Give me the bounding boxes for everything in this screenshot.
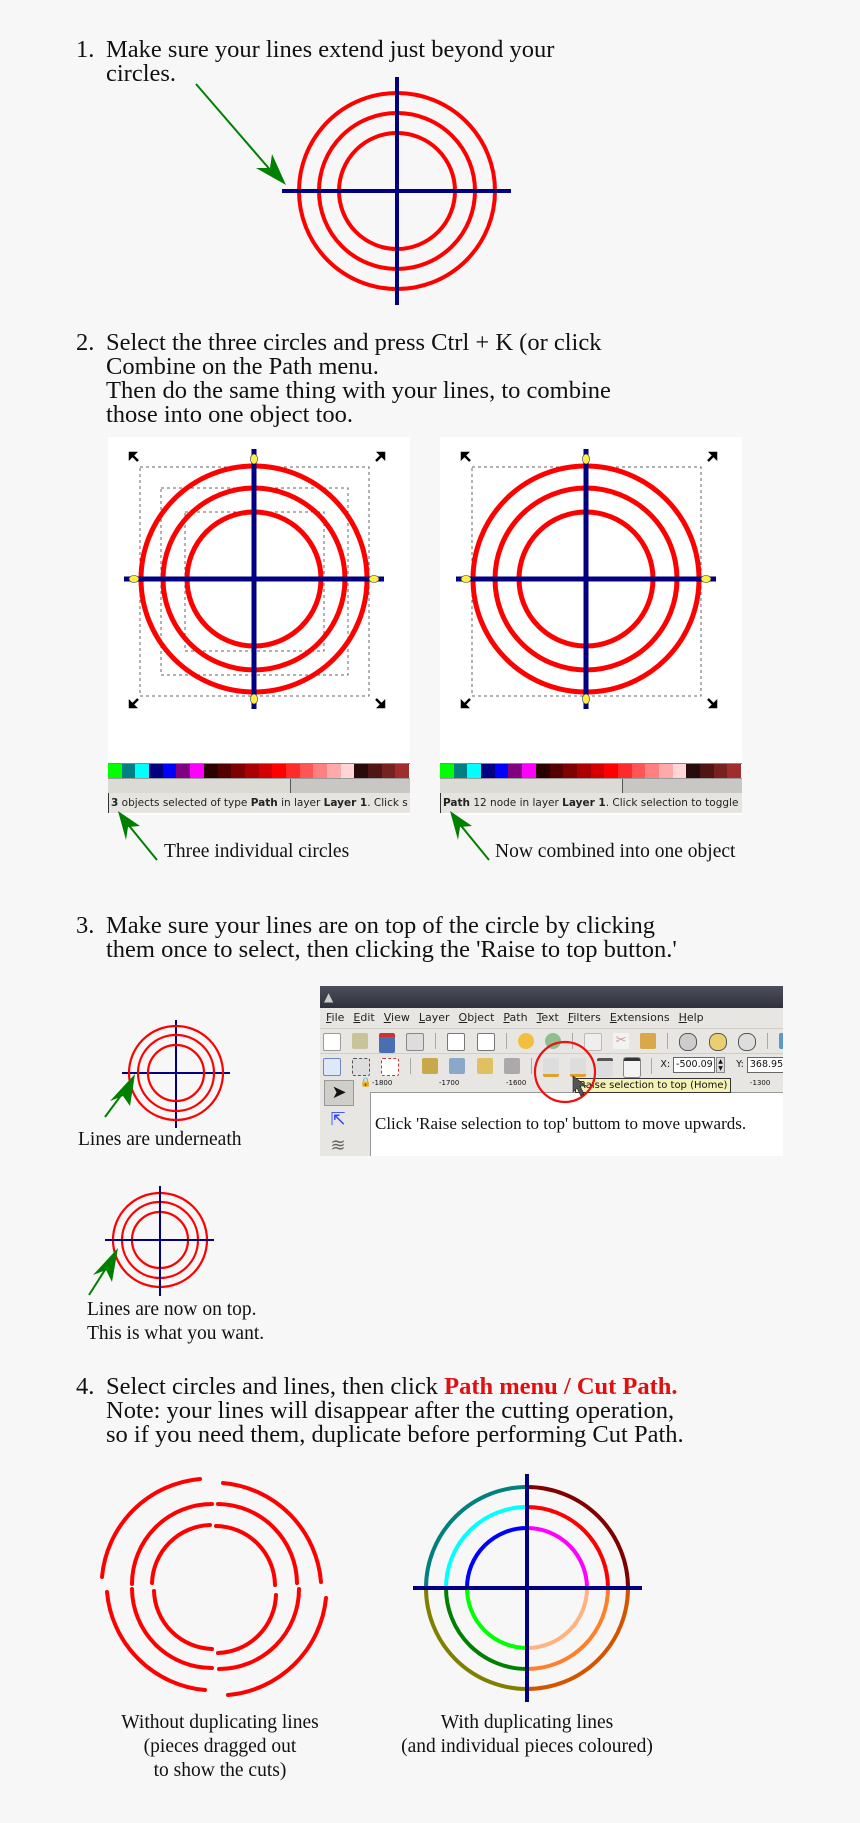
caption-line: (pieces dragged out bbox=[143, 1736, 297, 1757]
inner-piece-top-right bbox=[214, 1524, 277, 1587]
inner-piece-top-left bbox=[150, 1523, 212, 1585]
caption-with-duplicating: With duplicating lines (and individual p… bbox=[367, 1711, 687, 1759]
caption-line: With duplicating lines bbox=[440, 1712, 614, 1733]
inner-piece-bottom-left bbox=[465, 1587, 528, 1650]
middle-piece-bottom-right bbox=[217, 1587, 301, 1671]
middle-piece-top-left bbox=[444, 1505, 528, 1589]
inner-piece-top-right bbox=[526, 1526, 589, 1589]
outer-piece-top-right bbox=[526, 1485, 630, 1589]
outer-piece-bottom-left bbox=[424, 1587, 528, 1691]
middle-piece-top-right bbox=[526, 1505, 610, 1589]
middle-piece-bottom-right bbox=[526, 1587, 610, 1671]
outer-piece-bottom-right bbox=[526, 1587, 630, 1691]
inner-piece-bottom-left bbox=[152, 1589, 214, 1651]
inner-piece-bottom-right bbox=[526, 1587, 589, 1650]
outer-piece-top-left bbox=[100, 1477, 202, 1579]
caption-line: (and individual pieces coloured) bbox=[401, 1736, 653, 1757]
cut-pieces-diagram bbox=[100, 1477, 328, 1697]
caption-without-duplicating: Without duplicating lines (pieces dragge… bbox=[80, 1711, 360, 1783]
inner-piece-top-left bbox=[465, 1526, 528, 1589]
inner-piece-bottom-right bbox=[216, 1593, 278, 1655]
step-4-diagrams bbox=[100, 1474, 642, 1702]
middle-piece-bottom-left bbox=[130, 1587, 214, 1670]
caption-line: Without duplicating lines bbox=[121, 1712, 319, 1733]
middle-piece-top-left bbox=[130, 1502, 214, 1586]
caption-line: to show the cuts) bbox=[153, 1760, 287, 1781]
outer-piece-top-left bbox=[424, 1485, 528, 1589]
middle-piece-bottom-left bbox=[444, 1587, 528, 1671]
